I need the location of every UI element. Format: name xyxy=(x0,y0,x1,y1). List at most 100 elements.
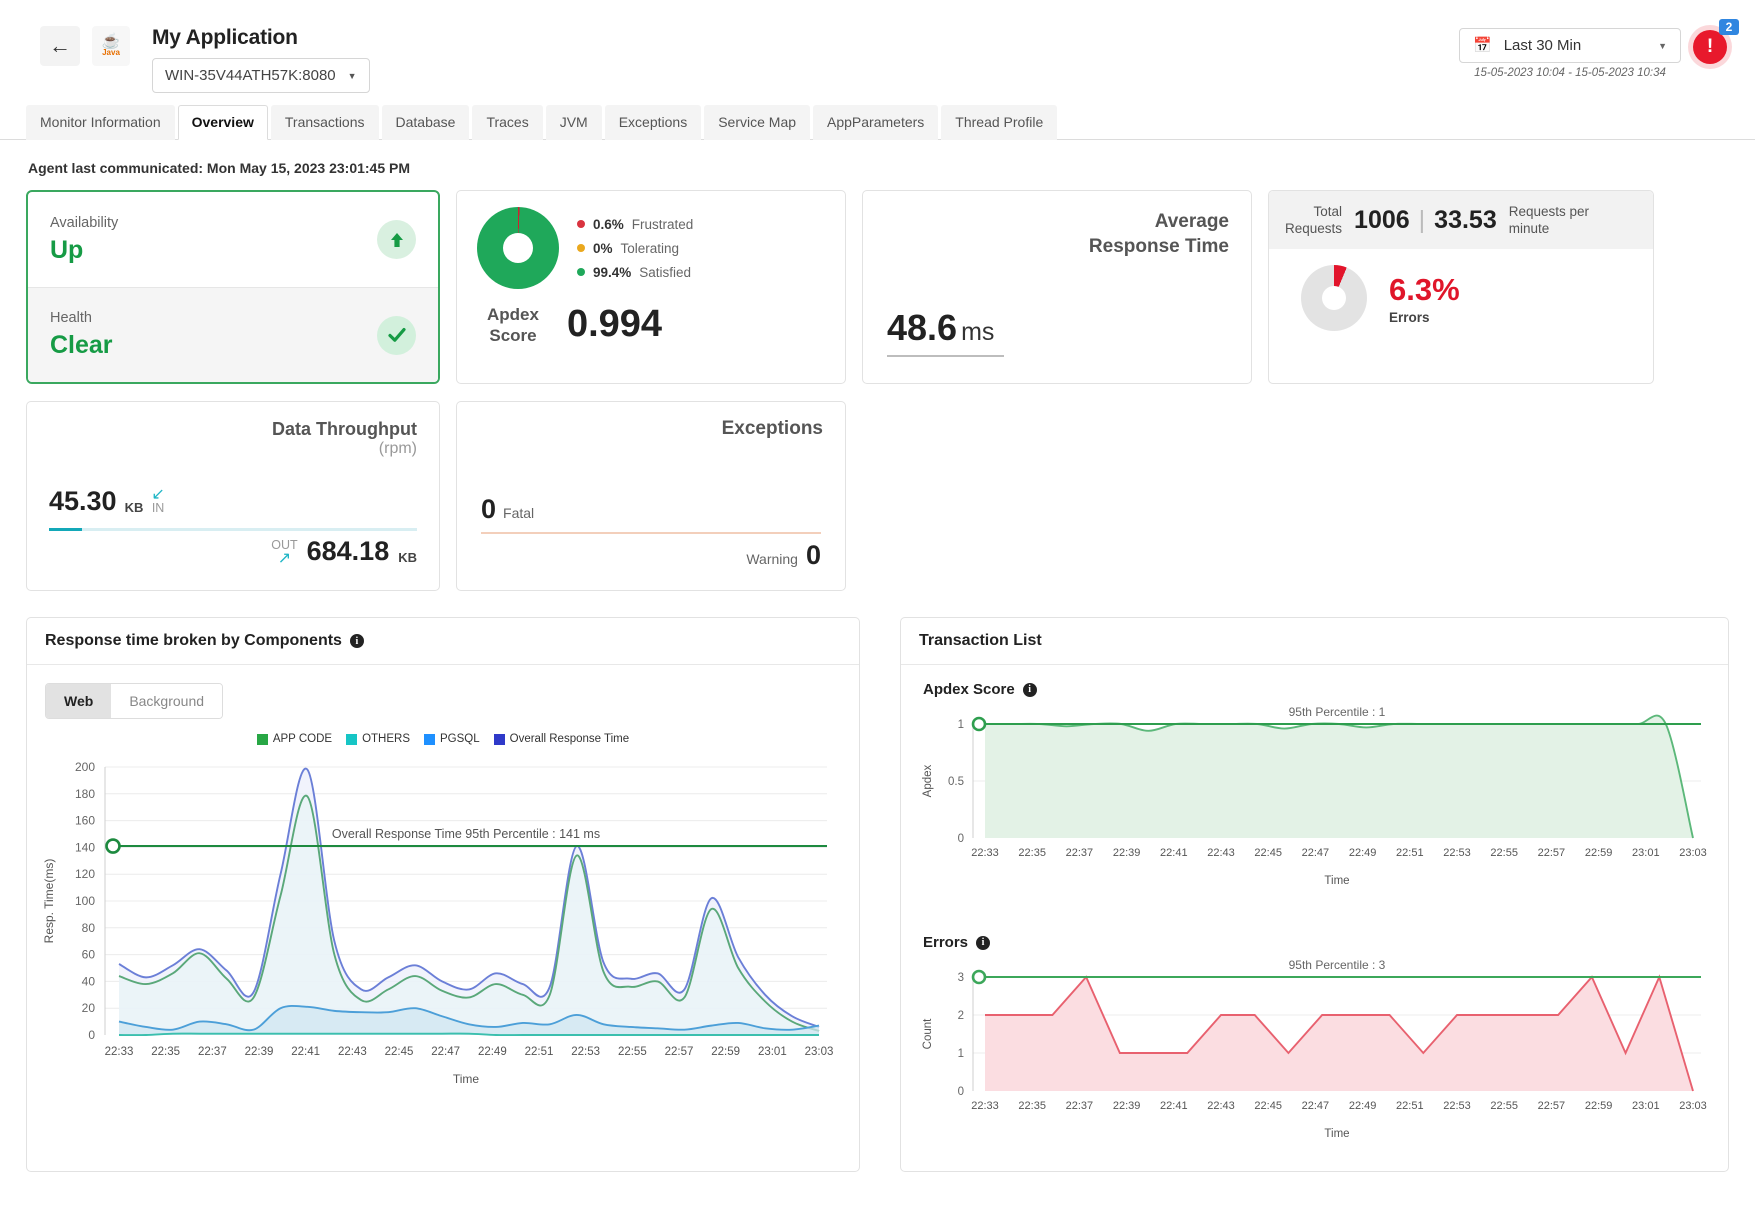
info-icon[interactable]: i xyxy=(350,634,364,648)
requests-per-minute-value: 33.53 xyxy=(1434,206,1497,235)
availability-health-card: Availability Up Health Clear xyxy=(26,190,440,384)
apm-overview-page: ← ☕ Java My Application WIN-35V44ATH57K:… xyxy=(0,0,1755,1228)
total-requests-label-line2: Requests xyxy=(1285,220,1342,237)
exceptions-card: Exceptions 0 Fatal Warning 0 xyxy=(456,401,846,591)
legend-pgsql[interactable]: PGSQL xyxy=(424,733,480,745)
legend-app-code[interactable]: APP CODE xyxy=(257,733,332,745)
data-throughput-title: Data Throughput xyxy=(49,418,417,440)
alert-exclamation-icon[interactable]: ! xyxy=(1693,30,1727,64)
average-response-time-value: 48.6 xyxy=(887,307,957,348)
total-requests-label: Total Requests xyxy=(1285,203,1342,237)
check-circle-icon xyxy=(377,316,416,355)
legend-label-satisfied: Satisfied xyxy=(639,265,691,280)
svg-text:Time: Time xyxy=(453,1072,480,1086)
throughput-in-group: 45.30 KB ↙ IN xyxy=(49,488,165,515)
toggle-web[interactable]: Web xyxy=(46,684,111,718)
errors-label: Errors xyxy=(1389,310,1460,325)
tab-thread-profile[interactable]: Thread Profile xyxy=(941,105,1057,140)
tab-traces[interactable]: Traces xyxy=(472,105,542,140)
legend-overall-response-time[interactable]: Overall Response Time xyxy=(494,733,630,745)
svg-text:22:39: 22:39 xyxy=(1113,1100,1141,1112)
svg-text:22:59: 22:59 xyxy=(1585,847,1613,859)
requests-errors-card: Total Requests 1006 | 33.53 Requests per… xyxy=(1268,190,1654,384)
arrow-up-icon xyxy=(377,220,416,259)
svg-text:22:41: 22:41 xyxy=(1160,1100,1188,1112)
tab-transactions[interactable]: Transactions xyxy=(271,105,379,140)
svg-text:22:53: 22:53 xyxy=(1443,847,1471,859)
legend-label-app-code: APP CODE xyxy=(273,733,332,745)
legend-label-pgsql: PGSQL xyxy=(440,733,480,745)
errors-chart[interactable]: 0123Count95th Percentile : 322:3322:3522… xyxy=(901,951,1716,1166)
health-section: Health Clear xyxy=(28,287,438,382)
donut-hole xyxy=(503,233,533,263)
svg-text:140: 140 xyxy=(75,840,95,854)
svg-text:23:01: 23:01 xyxy=(1632,847,1660,859)
svg-text:22:43: 22:43 xyxy=(1207,847,1235,859)
svg-text:Apdex: Apdex xyxy=(922,764,934,797)
data-throughput-subtitle: (rpm) xyxy=(49,440,417,458)
throughput-in-value: 45.30 xyxy=(49,488,117,515)
svg-text:22:49: 22:49 xyxy=(1349,847,1377,859)
back-button[interactable]: ← xyxy=(40,26,80,66)
apdex-score-chart[interactable]: 00.51Apdex95th Percentile : 122:3322:352… xyxy=(901,698,1716,913)
errors-chart-title: Errors xyxy=(923,934,968,951)
arrow-down-left-icon: ↙ IN xyxy=(151,488,164,515)
exceptions-divider-bar xyxy=(481,532,821,534)
tab-exceptions[interactable]: Exceptions xyxy=(605,105,701,140)
svg-text:22:55: 22:55 xyxy=(1490,1100,1518,1112)
svg-text:Count: Count xyxy=(922,1018,934,1049)
legend-swatch-pgsql xyxy=(424,734,435,745)
host-select[interactable]: WIN-35V44ATH57K:8080 ▼ xyxy=(152,58,370,93)
errors-donut-chart xyxy=(1301,265,1367,331)
svg-text:22:35: 22:35 xyxy=(1018,1100,1046,1112)
components-response-time-chart[interactable]: 020406080100120140160180200Resp. Time(ms… xyxy=(27,745,847,1105)
tab-monitor-information[interactable]: Monitor Information xyxy=(26,105,175,140)
warning-group: Warning 0 xyxy=(746,540,821,571)
legend-pct-satisfied: 99.4% xyxy=(593,265,631,280)
header-right: 📅 Last 30 Min ▼ 15-05-2023 10:04 - 15-05… xyxy=(1459,28,1727,79)
svg-text:Overall Response Time 95th Per: Overall Response Time 95th Percentile : … xyxy=(332,827,600,841)
svg-text:22:33: 22:33 xyxy=(105,1046,134,1058)
legend-label-others: OTHERS xyxy=(362,733,410,745)
alerts-indicator[interactable]: ! 2 xyxy=(1693,30,1727,64)
svg-text:22:43: 22:43 xyxy=(1207,1100,1235,1112)
svg-text:95th Percentile : 3: 95th Percentile : 3 xyxy=(1289,958,1386,972)
svg-text:22:35: 22:35 xyxy=(1018,847,1046,859)
svg-text:95th Percentile : 1: 95th Percentile : 1 xyxy=(1289,705,1386,719)
tab-database[interactable]: Database xyxy=(382,105,470,140)
svg-text:100: 100 xyxy=(75,894,95,908)
date-range-select[interactable]: 📅 Last 30 Min ▼ xyxy=(1459,28,1681,63)
svg-text:0: 0 xyxy=(958,1086,964,1098)
tab-overview[interactable]: Overview xyxy=(178,105,268,140)
svg-text:40: 40 xyxy=(82,974,96,988)
info-icon[interactable]: i xyxy=(976,936,990,950)
apdex-card: 0.6% Frustrated 0% Tolerating 99.4% Sati… xyxy=(456,190,846,384)
fatal-count: 0 xyxy=(481,494,496,525)
health-label: Health xyxy=(50,310,113,326)
info-icon[interactable]: i xyxy=(1023,683,1037,697)
errors-summary: 6.3% Errors xyxy=(1269,249,1653,349)
throughput-out-unit: KB xyxy=(398,550,417,565)
legend-item-frustrated: 0.6% Frustrated xyxy=(577,217,693,232)
charts-row: Response time broken by Components i Web… xyxy=(26,617,1729,1172)
svg-text:22:57: 22:57 xyxy=(1538,1100,1566,1112)
requests-summary: Total Requests 1006 | 33.53 Requests per… xyxy=(1269,191,1653,249)
errors-percentage: 6.3% xyxy=(1389,272,1460,308)
errors-chart-header: Errors i xyxy=(901,918,1728,951)
svg-text:2: 2 xyxy=(958,1010,964,1022)
apdex-top: 0.6% Frustrated 0% Tolerating 99.4% Sati… xyxy=(477,207,825,289)
divider: | xyxy=(1419,206,1426,235)
svg-text:22:57: 22:57 xyxy=(665,1046,694,1058)
svg-text:22:51: 22:51 xyxy=(1396,847,1424,859)
legend-swatch-app-code xyxy=(257,734,268,745)
tab-jvm[interactable]: JVM xyxy=(546,105,602,140)
requests-per-minute-label: Requests per minute xyxy=(1509,203,1589,237)
tab-service-map[interactable]: Service Map xyxy=(704,105,810,140)
throughput-progress-bar xyxy=(49,528,417,531)
toggle-background[interactable]: Background xyxy=(111,684,222,718)
tab-appparameters[interactable]: AppParameters xyxy=(813,105,938,140)
health-value: Clear xyxy=(50,331,113,360)
svg-text:22:47: 22:47 xyxy=(1302,847,1330,859)
legend-others[interactable]: OTHERS xyxy=(346,733,410,745)
chevron-down-icon: ▼ xyxy=(1658,41,1667,51)
